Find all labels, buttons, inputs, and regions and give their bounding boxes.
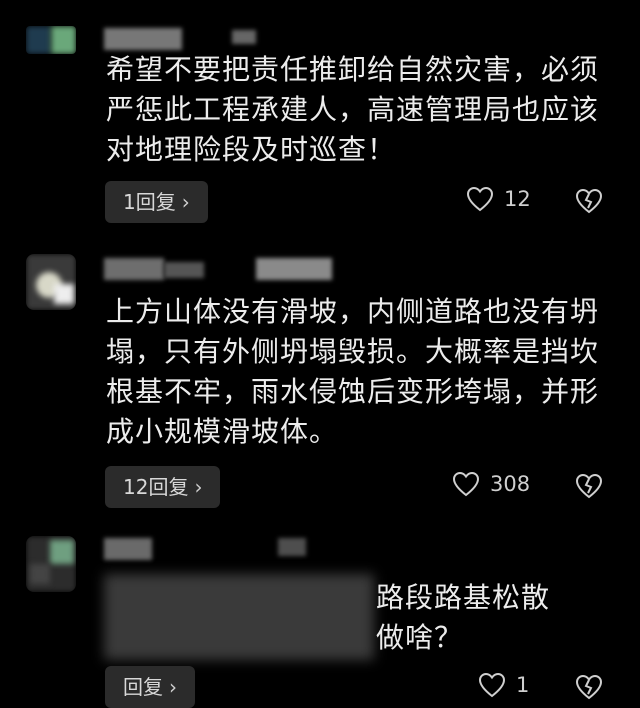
broken-heart-icon [575,473,603,499]
username-blurred[interactable] [104,258,164,280]
broken-heart-icon [575,674,603,700]
username-blurred [164,262,204,278]
chevron-right-icon: › [181,190,190,214]
chevron-right-icon: › [169,675,177,699]
like-count: 12 [504,187,531,211]
username-blurred [278,538,306,556]
chevron-right-icon: › [194,475,203,499]
broken-heart-icon [575,188,603,214]
avatar[interactable] [26,26,76,54]
reply-label: 回复 [123,675,163,699]
comment-item: 希望不要把责任推卸给自然灾害，必须 严惩此工程承建人，高速管理局也应该 对地理险… [0,0,640,240]
username-blurred[interactable] [104,28,182,50]
dislike-button[interactable] [575,674,603,700]
comment-text: 上方山体没有滑坡，内侧道路也没有坍 塌，只有外侧坍塌毁损。大概率是挡坎 根基不牢… [106,295,600,448]
heart-outline-icon [478,672,506,698]
like-button[interactable]: 1 [478,672,529,698]
like-button[interactable]: 12 [466,186,531,212]
like-button[interactable]: 308 [452,471,530,497]
reply-button[interactable]: 1回复 › [105,181,208,223]
avatar[interactable] [26,536,76,592]
dislike-button[interactable] [575,473,603,499]
username-blurred[interactable] [104,538,152,560]
heart-outline-icon [466,186,494,212]
heart-outline-icon [452,471,480,497]
like-count: 308 [490,472,531,496]
reply-button[interactable]: 回复 › [105,666,195,708]
dislike-button[interactable] [575,188,603,214]
like-count: 1 [516,673,530,697]
comment-item: 上方山体没有滑坡，内侧道路也没有坍 塌，只有外侧坍塌毁损。大概率是挡坎 根基不牢… [0,240,640,530]
reply-label: 1回复 [123,190,176,214]
comment-text: 希望不要把责任推卸给自然灾害，必须 严惩此工程承建人，高速管理局也应该 对地理险… [106,53,600,166]
comment-text: 路段路基松散 做啥？ [376,581,551,654]
avatar[interactable] [26,254,76,310]
comment-item: 路段路基松散 做啥？ 回复 › 1 [0,530,640,708]
username-blurred [232,30,256,44]
reply-label: 12回复 [123,475,189,499]
username-blurred [256,258,332,280]
reply-button[interactable]: 12回复 › [105,466,221,508]
obscured-text-region [104,574,374,660]
